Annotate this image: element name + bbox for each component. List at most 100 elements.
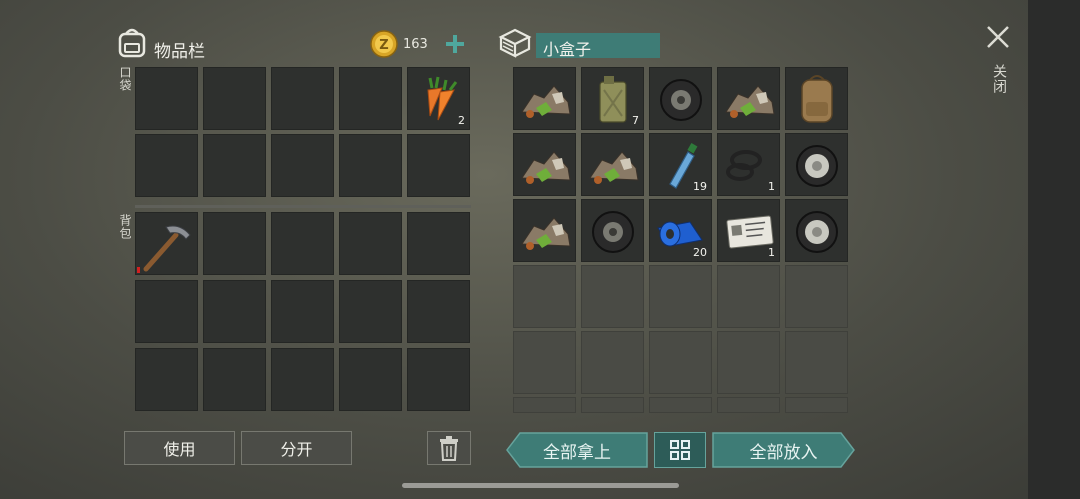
container-slot[interactable]: 1	[717, 133, 780, 196]
box-icon	[497, 27, 533, 59]
trash-button[interactable]	[427, 431, 471, 465]
item-count: 7	[632, 114, 639, 127]
backpack-icon	[117, 26, 147, 58]
divider	[135, 205, 471, 208]
container-slot[interactable]	[649, 265, 712, 328]
container-title: 小盒子	[543, 40, 592, 59]
pocket-slot[interactable]	[271, 67, 334, 130]
backpack-slot[interactable]	[407, 212, 470, 275]
container-slot[interactable]	[649, 67, 712, 130]
grid-icon	[670, 440, 690, 460]
sort-button[interactable]	[654, 432, 706, 468]
container-slot[interactable]	[785, 331, 848, 394]
take-all-label: 全部拿上	[543, 442, 611, 463]
pocket-slot[interactable]	[271, 134, 334, 197]
backpack-slot[interactable]	[203, 212, 266, 275]
use-button[interactable]: 使用	[124, 431, 235, 465]
scrap-pile-icon	[589, 151, 639, 184]
container-slot[interactable]	[785, 397, 848, 413]
container-slot[interactable]	[513, 331, 576, 394]
backpack-slot[interactable]	[135, 280, 198, 343]
backpack-slot[interactable]	[135, 212, 198, 275]
container-slot[interactable]	[581, 331, 644, 394]
backpack-slot[interactable]	[203, 348, 266, 411]
backpack-slot[interactable]	[339, 348, 402, 411]
item-count: 20	[693, 246, 707, 259]
tire-icon	[660, 79, 702, 121]
pocket-slot[interactable]	[135, 67, 198, 130]
close-button[interactable]	[985, 24, 1011, 50]
container-slot[interactable]	[513, 67, 576, 130]
pocket-slot[interactable]	[407, 134, 470, 197]
pocket-slot[interactable]	[135, 134, 198, 197]
item-count: 19	[693, 180, 707, 193]
backpack-slot[interactable]	[271, 212, 334, 275]
take-all-button[interactable]: 全部拿上	[506, 432, 648, 468]
tire-icon	[592, 211, 634, 253]
container-slot[interactable]	[785, 67, 848, 130]
backpack-slot[interactable]	[271, 280, 334, 343]
backpack-slot[interactable]	[203, 280, 266, 343]
item-count: 1	[768, 246, 775, 259]
container-title-field[interactable]: 小盒子	[536, 33, 660, 59]
backpack-slot[interactable]	[271, 348, 334, 411]
container-slot[interactable]	[717, 67, 780, 130]
container-slot[interactable]	[581, 397, 644, 413]
scrap-pile-icon	[521, 151, 571, 184]
pocket-slot[interactable]	[203, 67, 266, 130]
pocket-slot[interactable]	[203, 134, 266, 197]
container-slot[interactable]	[717, 397, 780, 413]
container-slot[interactable]	[581, 133, 644, 196]
container-slot[interactable]	[513, 199, 576, 262]
item-count: 2	[458, 114, 465, 127]
pickaxe-icon	[143, 225, 191, 272]
container-slot[interactable]	[785, 199, 848, 262]
svg-text:Z: Z	[379, 38, 388, 53]
home-indicator[interactable]	[402, 483, 679, 488]
container-slot[interactable]	[513, 133, 576, 196]
container-slot[interactable]: 20	[649, 199, 712, 262]
wheel-icon	[796, 145, 838, 187]
item-count: 1	[768, 180, 775, 193]
pocket-slot[interactable]	[339, 134, 402, 197]
backpack-slot[interactable]	[407, 348, 470, 411]
scrap-pile-icon	[725, 85, 775, 118]
close-label[interactable]: 关闭	[989, 64, 1009, 94]
pocket-slot[interactable]	[339, 67, 402, 130]
backpack-slot[interactable]	[339, 212, 402, 275]
backpack-slot[interactable]	[339, 280, 402, 343]
container-slot[interactable]: 7	[581, 67, 644, 130]
coin-count: 163	[403, 37, 428, 52]
add-coins-button[interactable]	[442, 30, 468, 58]
container-slot[interactable]	[717, 265, 780, 328]
container-slot[interactable]	[581, 265, 644, 328]
container-slot[interactable]: 19	[649, 133, 712, 196]
plus-icon	[446, 35, 464, 53]
scrap-pile-icon	[521, 217, 571, 250]
inventory-title: 物品栏	[154, 42, 205, 62]
container-slot[interactable]	[513, 265, 576, 328]
container-slot[interactable]	[785, 133, 848, 196]
durability-bar	[137, 267, 140, 273]
pocket-label: 口袋	[118, 66, 132, 92]
backpack-slot[interactable]	[407, 280, 470, 343]
backpack-slot[interactable]	[135, 348, 198, 411]
container-slot[interactable]	[717, 331, 780, 394]
container-slot[interactable]: 1	[717, 199, 780, 262]
put-all-button[interactable]: 全部放入	[712, 432, 855, 468]
container-slot[interactable]	[513, 397, 576, 413]
scrap-pile-icon	[521, 85, 571, 118]
trash-icon	[440, 436, 458, 461]
close-icon	[987, 26, 1009, 48]
wheel-icon	[796, 211, 838, 253]
container-slot[interactable]	[581, 199, 644, 262]
container-slot[interactable]	[649, 331, 712, 394]
coin-icon: Z	[370, 30, 398, 58]
pocket-slot[interactable]: 2	[407, 67, 470, 130]
backpack-label: 背包	[118, 214, 132, 240]
container-slot[interactable]	[649, 397, 712, 413]
split-button[interactable]: 分开	[241, 431, 352, 465]
put-all-label: 全部放入	[749, 442, 818, 463]
backpack-item-icon	[801, 75, 833, 123]
container-slot[interactable]	[785, 265, 848, 328]
